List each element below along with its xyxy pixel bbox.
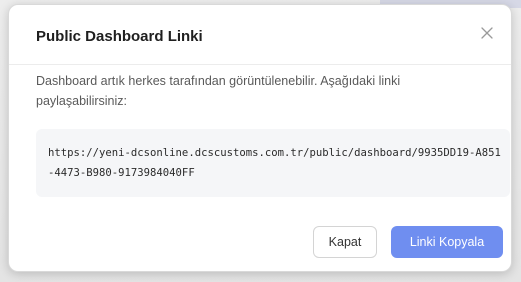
close-modal-button[interactable]: Kapat [313,226,377,258]
modal-footer: Kapat Linki Kopyala [9,210,511,272]
public-url-text[interactable]: https://yeni-dcsonline.dcscustoms.com.tr… [48,143,503,183]
public-url-box: https://yeni-dcsonline.dcscustoms.com.tr… [36,129,510,197]
copy-link-button[interactable]: Linki Kopyala [391,226,503,258]
close-icon [481,27,493,39]
public-dashboard-link-modal: Public Dashboard Linki Dashboard artık h… [8,4,512,272]
modal-header: Public Dashboard Linki [9,5,511,65]
modal-title: Public Dashboard Linki [36,28,203,45]
close-button[interactable] [477,23,497,43]
modal-description: Dashboard artık herkes tarafından görünt… [36,74,401,108]
